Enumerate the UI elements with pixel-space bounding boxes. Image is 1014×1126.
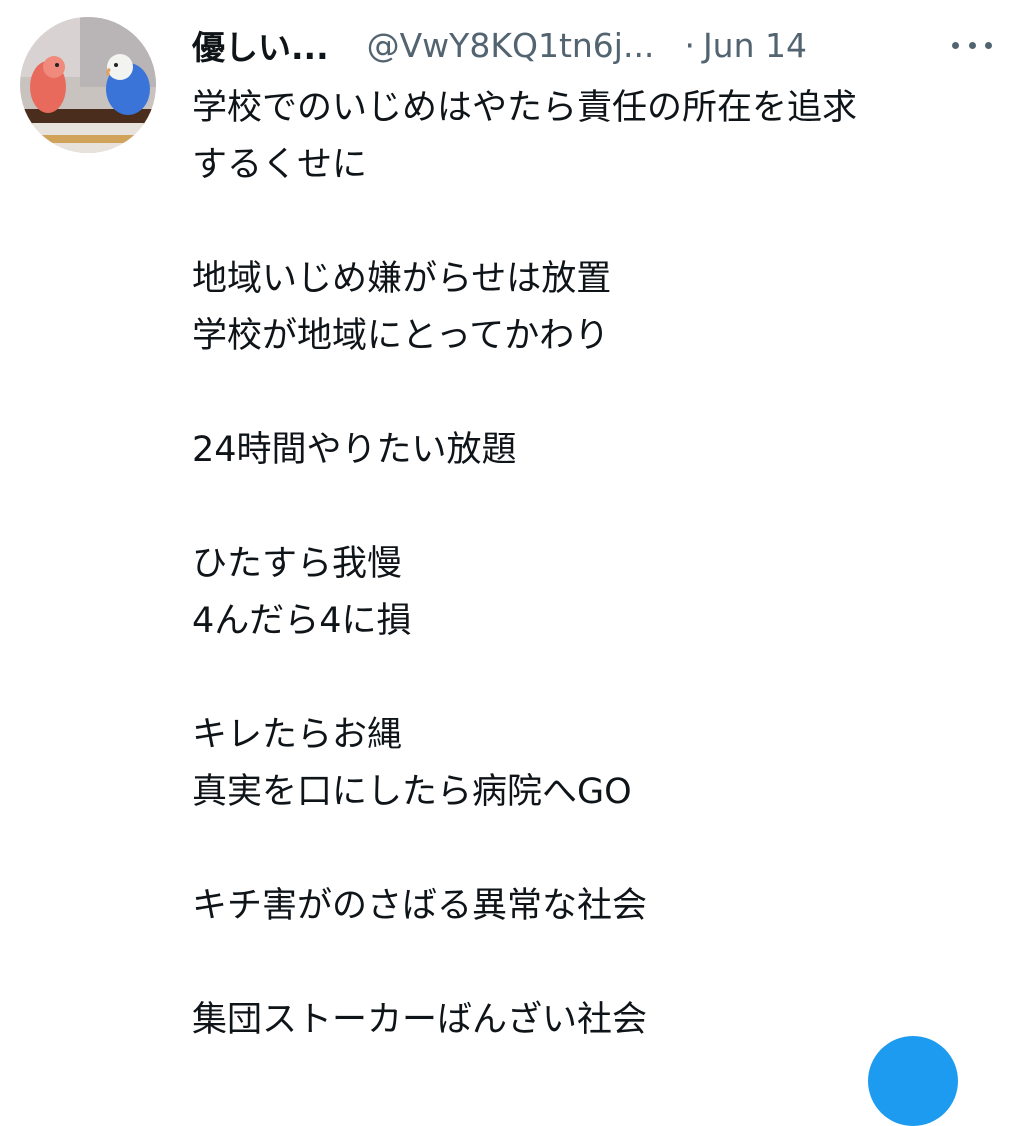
more-horizontal-icon[interactable] [952, 39, 992, 51]
tweet-line: 学校が地域にとってかわり [192, 316, 610, 356]
tweet-line: 24時間やりたい放題 [192, 430, 517, 470]
tweet-header: 優しい... @VwY8KQ1tn6j... · Jun 14 [192, 22, 1002, 68]
user-handle[interactable]: @VwY8KQ1tn6j... [367, 26, 655, 65]
tweet-line: ひたすら我慢 [192, 544, 403, 584]
tweet-line: キチ害がのさばる異常な社会 [192, 886, 648, 926]
tweet-line: キレたらお縄 [192, 715, 403, 755]
tweet-line: 4んだら4に損 [192, 601, 412, 641]
tweet-date[interactable]: Jun 14 [703, 26, 807, 65]
separator-dot: · [684, 25, 695, 65]
tweet-line: 地域いじめ嫌がらせは放置 [192, 259, 612, 299]
display-name[interactable]: 優しい... [192, 21, 329, 69]
tweet-text: 学校でのいじめはやたら責任の所在を追求 するくせに 地域いじめ嫌がらせは放置 学… [192, 80, 1002, 1049]
tweet-line: 真実を口にしたら病院へGO [192, 772, 632, 812]
tweet-line: 学校でのいじめはやたら責任の所在を追求 [192, 88, 858, 128]
compose-fab-button[interactable] [868, 1036, 958, 1126]
tweet-line: 集団ストーカーばんざい社会 [192, 1000, 648, 1040]
tweet-line: するくせに [192, 145, 368, 185]
avatar[interactable] [20, 17, 156, 153]
